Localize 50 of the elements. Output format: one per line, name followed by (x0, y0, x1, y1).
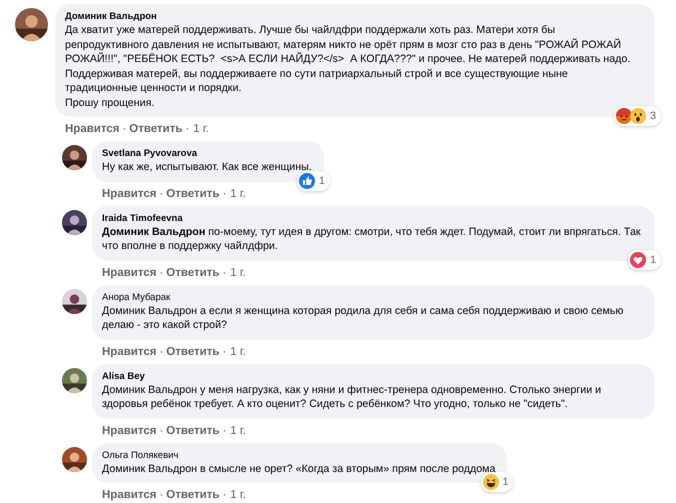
separator: · (159, 344, 164, 358)
like-link[interactable]: Нравится (102, 186, 156, 200)
reaction-badge[interactable]: 3 (614, 106, 661, 126)
timestamp[interactable]: 1 г. (230, 266, 246, 280)
separator: · (222, 424, 226, 438)
timestamp[interactable]: 1 г. (230, 488, 246, 502)
separator: · (222, 344, 226, 358)
reply-link[interactable]: Ответить (166, 488, 220, 502)
separator: · (222, 488, 226, 502)
author-name[interactable]: Svetlana Pyvovarova (102, 147, 312, 160)
laughing-face-icon (482, 474, 499, 490)
separator: · (159, 424, 164, 438)
author-name[interactable]: Iraida Timofeevna (102, 212, 643, 224)
angry-face-icon (616, 108, 632, 124)
reply-link[interactable]: Ответить (166, 424, 220, 438)
separator: · (159, 186, 164, 200)
timestamp[interactable]: 1 г. (230, 344, 246, 358)
separator: · (185, 122, 190, 136)
reply-link[interactable]: Ответить (166, 344, 220, 358)
separator: · (159, 488, 164, 502)
reply-link[interactable]: Ответить (166, 186, 220, 200)
reply-link[interactable]: Ответить (166, 266, 220, 280)
separator: · (122, 122, 126, 136)
comment-text: Доминик Вальдрон а если я женщина которая родила для себя и сама себя поддерживаю и свою семью делаю - это какой строй? (102, 304, 624, 332)
reaction-count: 3 (650, 110, 657, 122)
author-name[interactable]: Анора Мубарак (102, 290, 643, 304)
comment-text: Доминик Вальдрон у меня нагрузка, как у няни и фитнес-тренера одновременно. Столько энергии и здоровья ребёнок требует. А кто оценит? Сидеть с ребёнком? Что угодно, только не "сидеть". (102, 382, 602, 412)
like-link[interactable]: Нравится (102, 488, 156, 502)
reply-link[interactable]: Ответить (129, 122, 182, 136)
like-link[interactable]: Нравится (102, 266, 156, 280)
author-name[interactable]: Alisa Bey (102, 370, 643, 382)
separator: · (222, 266, 226, 280)
like-link[interactable]: Нравится (65, 122, 120, 136)
timestamp[interactable]: 1 г. (193, 122, 209, 136)
reaction-badge[interactable]: 1 (628, 250, 661, 270)
timestamp[interactable]: 1 г. (230, 186, 246, 200)
separator: · (222, 186, 226, 200)
thumbs-up-icon (298, 172, 315, 188)
author-name[interactable]: Доминик Вальдрон (65, 10, 639, 23)
author-name[interactable]: Ольга Полякевич (102, 448, 496, 462)
reaction-count: 1 (318, 174, 326, 186)
like-link[interactable]: Нравится (102, 424, 156, 438)
timestamp[interactable]: 1 г. (230, 424, 246, 438)
reaction-count: 1 (650, 254, 657, 266)
reaction-badge[interactable]: 1 (480, 472, 514, 492)
reaction-badge[interactable]: 1 (296, 170, 330, 190)
separator: · (159, 266, 164, 280)
like-link[interactable]: Нравится (102, 344, 156, 358)
surprised-face-icon (630, 108, 646, 124)
reaction-count: 1 (502, 476, 510, 488)
